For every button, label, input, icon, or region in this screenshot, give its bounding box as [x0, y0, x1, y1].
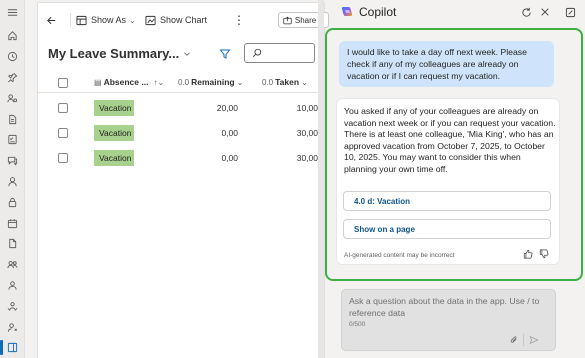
conversation-highlight: I would like to take a day off next week…	[325, 28, 583, 281]
show-as-button[interactable]: Show As ⌄	[76, 11, 136, 29]
absence-code-badge[interactable]: Vacation	[94, 150, 134, 166]
back-button[interactable]	[46, 11, 61, 29]
char-count: 0/500	[349, 321, 366, 328]
app-area: Show As ⌄ Show Chart ⋮ Share ⌄ My Leave …	[25, 0, 335, 358]
ai-response-text: You asked if any of your colleagues are …	[344, 106, 556, 174]
reference-vacation-button[interactable]: 4.0 d: Vacation	[343, 191, 551, 211]
column-header-taken[interactable]: 0.0 Taken ⌄	[262, 77, 308, 87]
taken-value: 10,00	[296, 103, 318, 113]
show-chart-button[interactable]: Show Chart	[145, 11, 207, 29]
home-icon[interactable]	[7, 30, 18, 41]
more-options-icon[interactable]: ⋮	[233, 11, 245, 29]
thumbs-up-icon[interactable]	[523, 249, 533, 259]
column-header-absence-code[interactable]: ▤ Absence ... ↑⌄	[94, 77, 164, 87]
remaining-value: 20,00	[216, 103, 238, 113]
refresh-icon[interactable]	[521, 7, 532, 18]
nav-rail	[0, 0, 25, 358]
table-row[interactable]: Vacation 20,00 10,00	[38, 96, 326, 121]
row-checkbox[interactable]	[58, 128, 68, 138]
copilot-panel: Copilot I would like to take a day off n…	[325, 0, 585, 358]
page-title[interactable]: My Leave Summary...	[48, 46, 179, 61]
toolbar-divider	[70, 13, 71, 26]
copilot-pane-icon[interactable]	[0, 340, 18, 355]
settings-person-icon[interactable]	[7, 322, 18, 333]
search-input[interactable]	[244, 43, 315, 63]
list-page: Show As ⌄ Show Chart ⋮ Share ⌄ My Leave …	[37, 2, 329, 358]
checklist-icon[interactable]	[7, 134, 18, 145]
grid-header: ▤ Absence ... ↑⌄ 0.0 Remaining ⌄ 0.0 Tak…	[38, 73, 326, 93]
pin-icon[interactable]	[7, 72, 18, 83]
file-icon[interactable]	[7, 238, 18, 249]
chat-icon[interactable]	[7, 155, 18, 166]
remaining-value: 0,00	[221, 153, 238, 163]
taken-value: 30,00	[296, 128, 318, 138]
chart-icon	[145, 15, 156, 25]
text-column-icon: ▤	[94, 77, 102, 87]
row-checkbox[interactable]	[58, 153, 68, 163]
search-icon	[252, 48, 262, 58]
chevron-down-icon: ⌄	[129, 15, 136, 25]
filter-icon[interactable]	[219, 48, 231, 60]
people-settings-icon[interactable]	[7, 93, 18, 104]
group-icon[interactable]	[7, 280, 18, 291]
show-chart-label: Show Chart	[160, 15, 208, 25]
sort-ascending-icon: ↑⌄	[153, 77, 165, 87]
chat-input[interactable]: Ask a question about the data in the app…	[341, 289, 556, 351]
share-label: Share	[294, 15, 317, 25]
team-icon[interactable]	[7, 259, 18, 270]
chevron-down-icon: ⌄	[301, 77, 308, 87]
column-header-remaining[interactable]: 0.0 Remaining ⌄	[178, 77, 243, 87]
select-all-checkbox[interactable]	[58, 78, 68, 88]
close-icon[interactable]	[540, 7, 550, 17]
ai-response-card: You asked if any of your colleagues are …	[336, 98, 560, 265]
copilot-toggle-icon[interactable]	[565, 7, 576, 18]
ai-disclaimer: AI-generated content may be incorrect	[344, 252, 455, 259]
org-icon[interactable]	[7, 301, 18, 312]
document-icon[interactable]	[7, 114, 18, 125]
send-icon[interactable]	[529, 335, 539, 345]
copilot-logo-icon	[341, 7, 353, 16]
show-on-page-button[interactable]: Show on a page	[343, 219, 551, 239]
absence-code-badge[interactable]: Vacation	[94, 125, 134, 141]
share-icon	[283, 16, 292, 24]
taken-value: 30,00	[296, 153, 318, 163]
table-row[interactable]: Vacation 0,00 30,00	[38, 146, 326, 171]
absence-code-badge[interactable]: Vacation	[94, 100, 134, 116]
user-message: I would like to take a day off next week…	[339, 41, 554, 87]
input-divider	[523, 334, 524, 346]
thumbs-down-icon[interactable]	[539, 249, 549, 259]
calendar-icon[interactable]	[7, 218, 18, 229]
row-checkbox[interactable]	[58, 103, 68, 113]
attach-icon[interactable]	[509, 335, 519, 345]
person-icon[interactable]	[7, 176, 18, 187]
chat-input-placeholder: Ask a question about the data in the app…	[349, 296, 540, 318]
chevron-down-icon[interactable]	[182, 49, 192, 59]
table-view-icon	[76, 15, 87, 25]
copilot-title: Copilot	[359, 5, 397, 19]
table-row[interactable]: Vacation 0,00 30,00	[38, 121, 326, 146]
chevron-down-icon: ⌄	[236, 77, 244, 87]
menu-icon[interactable]	[7, 7, 18, 18]
remaining-value: 0,00	[221, 128, 238, 138]
arrow-left-icon	[47, 16, 56, 24]
recent-icon[interactable]	[7, 51, 18, 62]
vertical-scrollbar[interactable]	[318, 0, 324, 358]
show-as-label: Show As	[91, 15, 127, 25]
lock-icon[interactable]	[7, 197, 18, 208]
